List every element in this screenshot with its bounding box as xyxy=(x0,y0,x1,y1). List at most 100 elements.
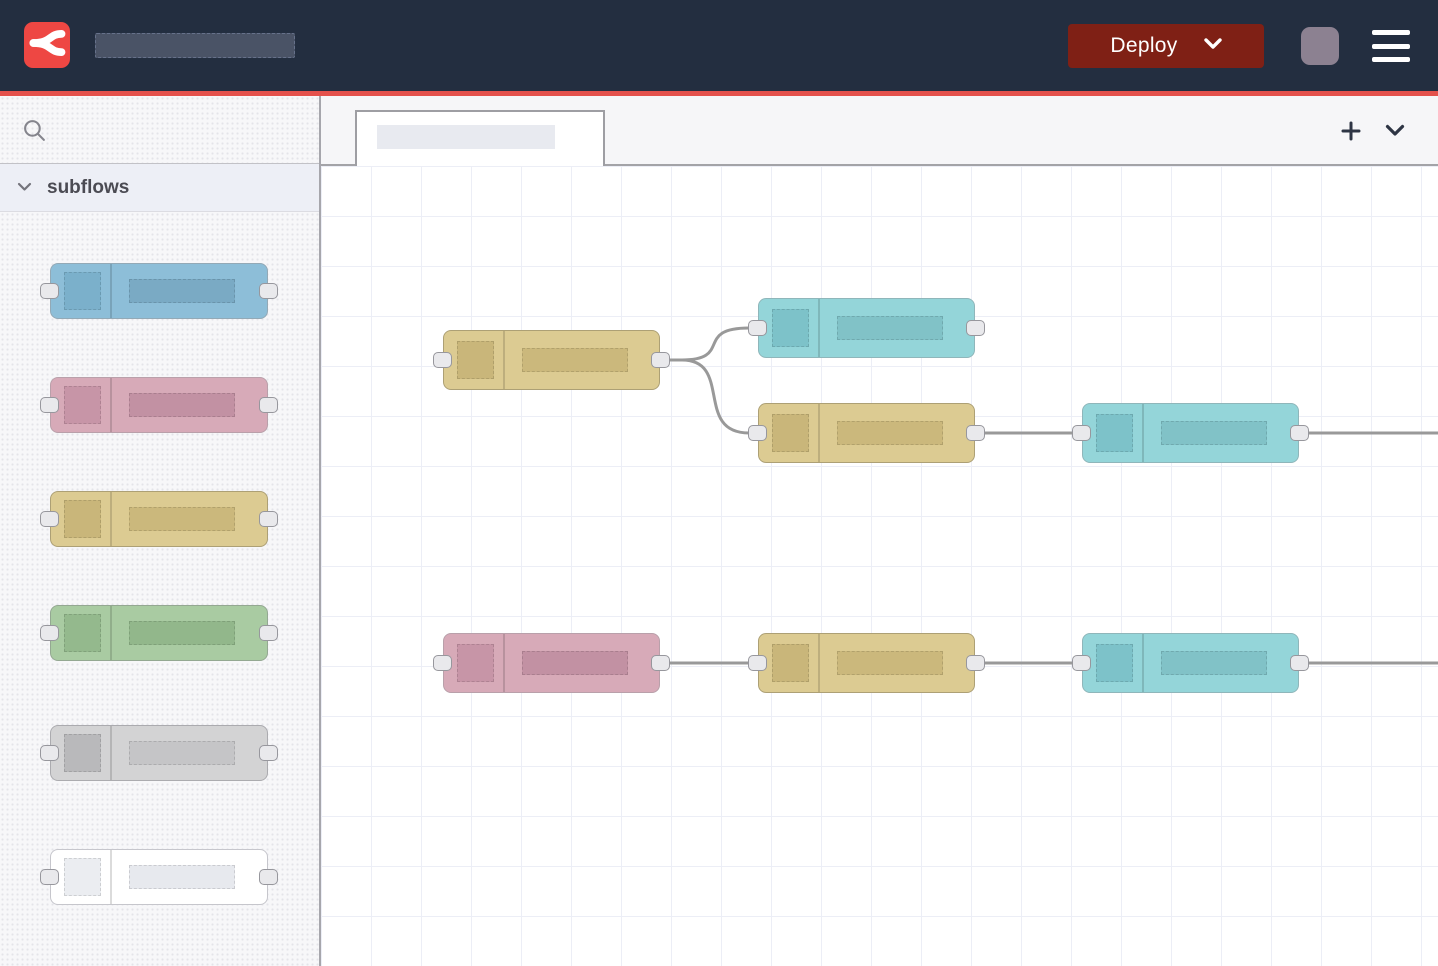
node-icon-box xyxy=(1096,414,1133,452)
node-divider xyxy=(503,331,505,389)
node-input-port[interactable] xyxy=(40,397,59,413)
app-logo xyxy=(24,22,70,68)
palette-search[interactable] xyxy=(0,96,319,164)
node-input-port[interactable] xyxy=(433,352,452,368)
search-icon xyxy=(22,118,47,148)
palette-list xyxy=(0,212,319,966)
node-icon-box xyxy=(64,386,101,424)
node-output-port[interactable] xyxy=(259,511,278,527)
deploy-button-label: Deploy xyxy=(1110,34,1177,58)
node-icon-box xyxy=(64,734,101,772)
node-divider xyxy=(110,850,112,904)
node-output-port[interactable] xyxy=(651,655,670,671)
node-label-placeholder xyxy=(129,621,235,645)
palette-node-tan[interactable] xyxy=(50,491,268,547)
node-output-port[interactable] xyxy=(966,425,985,441)
node-output-port[interactable] xyxy=(259,283,278,299)
wire-n1-n2[interactable] xyxy=(669,328,749,360)
node-label-placeholder xyxy=(129,393,235,417)
add-flow-button[interactable] xyxy=(1340,122,1362,144)
subflows-section-label: subflows xyxy=(47,177,129,199)
flow-fork-icon xyxy=(27,23,67,68)
flow-tab[interactable] xyxy=(355,110,605,166)
plus-icon xyxy=(1341,121,1361,146)
node-input-port[interactable] xyxy=(40,625,59,641)
node-input-port[interactable] xyxy=(40,511,59,527)
tab-label-placeholder xyxy=(377,125,555,149)
node-divider xyxy=(110,492,112,546)
node-icon-box xyxy=(64,614,101,652)
node-label-placeholder xyxy=(837,421,943,445)
node-output-port[interactable] xyxy=(1290,655,1309,671)
canvas-grid[interactable] xyxy=(321,166,1438,966)
palette-node-gray[interactable] xyxy=(50,725,268,781)
node-icon-box xyxy=(64,858,101,896)
user-avatar[interactable] xyxy=(1301,27,1339,65)
wire-layer xyxy=(321,166,1438,966)
deploy-button[interactable]: Deploy xyxy=(1068,24,1264,68)
flow-node-teal-n4[interactable] xyxy=(1082,403,1299,463)
node-icon-box xyxy=(1096,644,1133,682)
node-label-placeholder xyxy=(129,865,235,889)
node-output-port[interactable] xyxy=(259,625,278,641)
node-icon-box xyxy=(772,309,809,347)
node-divider xyxy=(503,634,505,692)
menu-icon[interactable] xyxy=(1372,30,1410,62)
header-title-placeholder xyxy=(95,33,295,58)
flow-node-teal-n7[interactable] xyxy=(1082,633,1299,693)
node-divider xyxy=(110,264,112,318)
flow-node-tan-n3[interactable] xyxy=(758,403,975,463)
node-input-port[interactable] xyxy=(40,283,59,299)
node-output-port[interactable] xyxy=(259,397,278,413)
node-output-port[interactable] xyxy=(651,352,670,368)
palette-node-green[interactable] xyxy=(50,605,268,661)
palette-sidebar: subflows xyxy=(0,96,321,966)
node-input-port[interactable] xyxy=(433,655,452,671)
node-label-placeholder xyxy=(522,651,628,675)
node-output-port[interactable] xyxy=(1290,425,1309,441)
wire-n1-n3[interactable] xyxy=(669,360,749,433)
node-output-port[interactable] xyxy=(259,745,278,761)
node-label-placeholder xyxy=(837,316,943,340)
node-input-port[interactable] xyxy=(40,869,59,885)
flow-list-button[interactable] xyxy=(1384,122,1406,144)
header-accent-line xyxy=(0,91,1438,96)
node-output-port[interactable] xyxy=(259,869,278,885)
node-input-port[interactable] xyxy=(40,745,59,761)
chevron-down-icon xyxy=(17,179,32,197)
node-label-placeholder xyxy=(837,651,943,675)
node-input-port[interactable] xyxy=(748,425,767,441)
node-divider xyxy=(110,606,112,660)
node-input-port[interactable] xyxy=(1072,425,1091,441)
node-output-port[interactable] xyxy=(966,320,985,336)
palette-node-pink[interactable] xyxy=(50,377,268,433)
node-divider xyxy=(110,378,112,432)
node-input-port[interactable] xyxy=(748,320,767,336)
palette-node-white[interactable] xyxy=(50,849,268,905)
flow-node-tan-n6[interactable] xyxy=(758,633,975,693)
node-input-port[interactable] xyxy=(748,655,767,671)
flow-canvas xyxy=(321,96,1438,966)
node-label-placeholder xyxy=(522,348,628,372)
node-icon-box xyxy=(64,500,101,538)
app-header: Deploy xyxy=(0,0,1438,91)
node-icon-box xyxy=(772,414,809,452)
node-icon-box xyxy=(457,644,494,682)
chevron-down-icon xyxy=(1204,37,1222,55)
node-divider xyxy=(818,404,820,462)
flow-node-teal-n2[interactable] xyxy=(758,298,975,358)
node-icon-box xyxy=(64,272,101,310)
palette-node-blue[interactable] xyxy=(50,263,268,319)
node-label-placeholder xyxy=(129,279,235,303)
node-divider xyxy=(1142,404,1144,462)
node-label-placeholder xyxy=(129,507,235,531)
node-icon-box xyxy=(772,644,809,682)
flow-node-tan-n1[interactable] xyxy=(443,330,660,390)
node-label-placeholder xyxy=(129,741,235,765)
subflows-section-header[interactable]: subflows xyxy=(0,164,319,212)
node-input-port[interactable] xyxy=(1072,655,1091,671)
node-output-port[interactable] xyxy=(966,655,985,671)
node-divider xyxy=(1142,634,1144,692)
flow-node-pink-n5[interactable] xyxy=(443,633,660,693)
node-divider xyxy=(818,299,820,357)
